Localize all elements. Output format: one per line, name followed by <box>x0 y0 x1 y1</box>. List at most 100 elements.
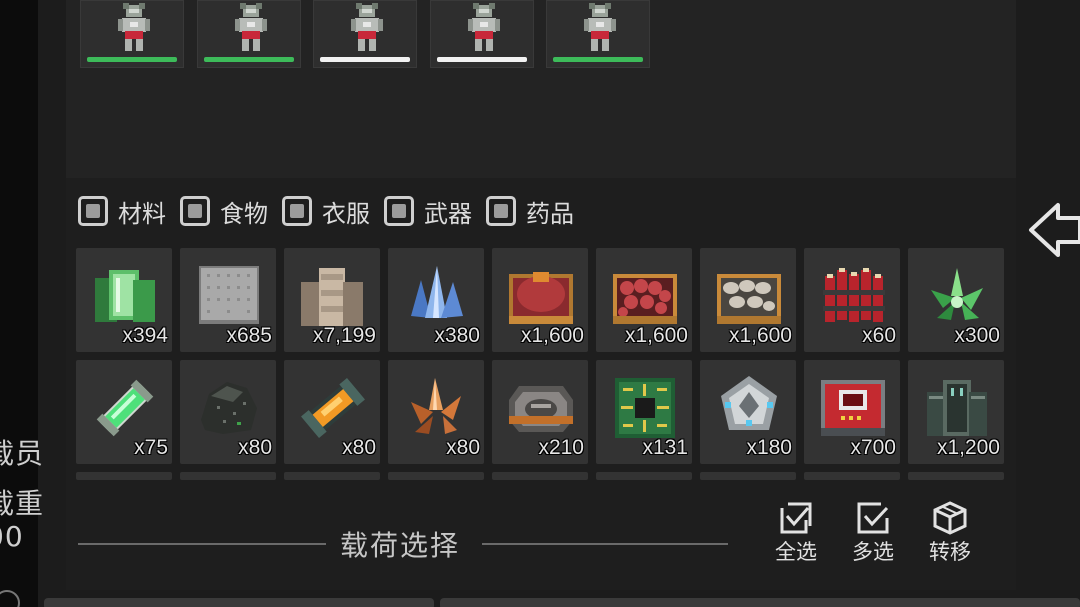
cargo-item-slot[interactable]: x180 <box>700 360 796 464</box>
red-machine-icon <box>821 380 885 436</box>
select-all-label: 全选 <box>775 540 817 564</box>
dynamite-bundle-icon <box>823 268 885 322</box>
filter-checkbox[interactable]: 药品 <box>486 194 574 229</box>
payload-select-title: 载荷选择 <box>340 529 461 562</box>
cargo-item-slot-partial[interactable] <box>284 472 380 480</box>
checkbox-icon[interactable] <box>282 196 312 226</box>
cargo-item-slot[interactable]: x685 <box>180 248 276 352</box>
cargo-item-slot[interactable]: x1,600 <box>596 248 692 352</box>
item-quantity: x80 <box>342 436 376 459</box>
crystal-cage-icon <box>721 376 777 430</box>
cargo-item-slot[interactable]: x80 <box>180 360 276 464</box>
item-quantity: x380 <box>434 324 480 347</box>
multi-select-button[interactable]: 多选 <box>845 500 901 566</box>
item-quantity: x685 <box>226 324 272 347</box>
metal-plate-icon <box>199 266 259 324</box>
cargo-item-slot[interactable]: x75 <box>76 360 172 464</box>
item-quantity: x700 <box>850 436 896 459</box>
cargo-item-slot-partial[interactable] <box>388 472 484 480</box>
red-sack-crate-icon <box>509 272 573 324</box>
checkbox-icon[interactable] <box>78 196 108 226</box>
filter-label: 药品 <box>526 199 574 228</box>
multi-select-label: 多选 <box>852 540 894 564</box>
item-quantity: x394 <box>122 324 168 347</box>
cargo-item-slot-partial[interactable] <box>76 472 172 480</box>
dark-armor-plates-icon <box>927 380 987 436</box>
crew-card[interactable] <box>430 0 534 68</box>
concrete-blocks-icon <box>301 268 363 326</box>
bottom-tab-left[interactable] <box>44 598 434 607</box>
footer-divider-right <box>482 543 728 545</box>
cargo-item-slot[interactable]: x300 <box>908 248 1004 352</box>
item-quantity: x60 <box>862 324 896 347</box>
cargo-item-slot[interactable]: x7,199 <box>284 248 380 352</box>
orange-crystal-icon <box>411 378 461 434</box>
cargo-item-slot[interactable]: x1,200 <box>908 360 1004 464</box>
crew-health-bar <box>87 57 177 62</box>
filter-label: 材料 <box>118 199 166 228</box>
blue-crystal-icon <box>411 266 463 318</box>
green-capsule-icon <box>96 379 154 437</box>
cargo-item-slot[interactable]: x210 <box>492 360 588 464</box>
item-quantity: x180 <box>746 436 792 459</box>
crew-health-bar <box>204 57 294 62</box>
cargo-item-slot[interactable]: x60 <box>804 248 900 352</box>
cargo-item-slot-partial[interactable] <box>492 472 588 480</box>
cargo-item-slot-partial[interactable] <box>180 472 276 480</box>
item-quantity: x1,600 <box>520 324 584 347</box>
crew-card[interactable] <box>197 0 301 68</box>
left-side-panel: 载员 载重 00 <box>0 0 43 607</box>
cargo-item-slot-partial[interactable] <box>804 472 900 480</box>
crew-card[interactable] <box>546 0 650 68</box>
crew-card[interactable] <box>80 0 184 68</box>
left-label-load: 载重 <box>0 487 45 520</box>
cargo-item-slot-partial[interactable] <box>596 472 692 480</box>
item-quantity: x131 <box>642 436 688 459</box>
crew-health-bar <box>553 57 643 62</box>
cargo-item-slot[interactable]: x1,600 <box>492 248 588 352</box>
left-label-value: 00 <box>0 520 24 553</box>
cargo-item-slot[interactable]: x394 <box>76 248 172 352</box>
checkbox-icon[interactable] <box>384 196 414 226</box>
cargo-item-slot[interactable]: x380 <box>388 248 484 352</box>
cargo-item-slot-partial[interactable] <box>700 472 796 480</box>
cargo-item-slot[interactable]: x700 <box>804 360 900 464</box>
engine-part-icon <box>509 386 573 432</box>
select-all-button[interactable]: 全选 <box>768 500 824 566</box>
item-quantity: x300 <box>954 324 1000 347</box>
item-quantity: x80 <box>238 436 272 459</box>
bottom-tab-right[interactable] <box>440 598 1080 607</box>
item-quantity: x210 <box>538 436 584 459</box>
checkbox-icon[interactable] <box>180 196 210 226</box>
cargo-item-slot[interactable]: x80 <box>388 360 484 464</box>
cargo-item-slot[interactable]: x131 <box>596 360 692 464</box>
item-quantity: x80 <box>446 436 480 459</box>
crew-health-bar <box>320 57 410 62</box>
info-icon[interactable] <box>0 590 20 607</box>
crew-health-bar <box>437 57 527 62</box>
filter-checkbox[interactable]: 材料 <box>78 194 166 229</box>
cargo-item-slot-partial[interactable] <box>908 472 1004 480</box>
back-arrow-icon[interactable] <box>1028 200 1080 264</box>
cargo-item-slot[interactable]: x80 <box>284 360 380 464</box>
item-quantity: x75 <box>134 436 168 459</box>
filter-checkbox[interactable]: 武器 <box>384 194 472 229</box>
item-quantity: x1,600 <box>728 324 792 347</box>
green-glass-panels-icon <box>95 270 155 322</box>
left-label-crew: 载员 <box>0 437 45 470</box>
crew-card[interactable] <box>313 0 417 68</box>
multi-select-icon <box>857 502 889 534</box>
item-quantity: x1,200 <box>936 436 1000 459</box>
transfer-button[interactable]: 转移 <box>922 500 978 566</box>
cargo-item-slot[interactable]: x1,600 <box>700 248 796 352</box>
filter-label: 武器 <box>424 199 472 228</box>
checkbox-icon[interactable] <box>486 196 516 226</box>
circuit-board-icon <box>615 378 675 438</box>
item-quantity: x7,199 <box>312 324 376 347</box>
filter-checkbox[interactable]: 食物 <box>180 194 268 229</box>
green-crystal-icon <box>931 268 983 320</box>
transfer-box-icon <box>933 501 967 535</box>
category-filters: 材料 食物 衣服 武器 药品 <box>78 194 588 228</box>
filter-checkbox[interactable]: 衣服 <box>282 194 370 229</box>
filter-label: 衣服 <box>322 199 370 228</box>
